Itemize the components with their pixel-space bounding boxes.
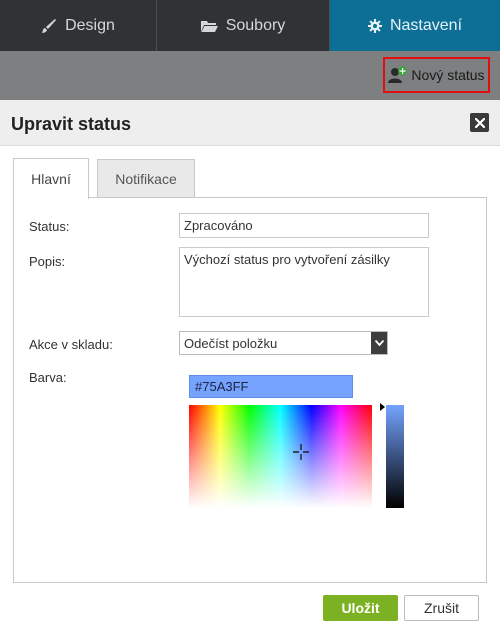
barva-label: Barva: (29, 370, 67, 385)
akce-select[interactable]: Odečíst položku (179, 331, 388, 355)
dialog-header: Upravit status (0, 100, 500, 146)
tab-notifikace[interactable]: Notifikace (97, 159, 195, 197)
tab-hlavni[interactable]: Hlavní (13, 158, 89, 199)
tab-nastaveni-label: Nastavení (389, 16, 463, 34)
toolbar: Nový status (0, 51, 500, 100)
save-button[interactable]: Uložit (323, 595, 398, 621)
tab-panel-hlavni: Status: Zpracováno Popis: Výchozí status… (13, 197, 487, 583)
tab-design-label: Design (65, 16, 115, 34)
luminance-slider[interactable] (386, 405, 404, 508)
luminance-marker[interactable] (380, 403, 385, 411)
new-status-button[interactable]: Nový status (383, 57, 490, 93)
status-label: Status: (29, 219, 70, 234)
color-palette[interactable] (189, 405, 372, 508)
add-user-icon (388, 66, 408, 83)
popis-label: Popis: (29, 254, 66, 269)
color-hex-input[interactable]: #75A3FF (189, 375, 353, 398)
close-icon (474, 117, 485, 128)
edit-status-dialog: Upravit status Hlavní Notifikace Status:… (0, 100, 500, 628)
akce-select-value: Odečíst položku (184, 336, 278, 351)
folder-icon (200, 20, 218, 32)
dialog-tabs: Hlavní Notifikace (13, 158, 487, 199)
brush-icon (42, 18, 57, 33)
top-navigation: Design Soubory Nastavení (0, 0, 500, 51)
select-arrow[interactable] (371, 332, 387, 354)
tab-soubory[interactable]: Soubory (157, 0, 330, 51)
akce-label: Akce v skladu: (29, 337, 113, 352)
status-input[interactable]: Zpracováno (179, 213, 429, 238)
tab-design[interactable]: Design (0, 0, 157, 51)
chevron-down-icon (374, 340, 384, 346)
tab-nastaveni[interactable]: Nastavení (330, 0, 500, 51)
close-button[interactable] (470, 113, 489, 132)
dialog-title: Upravit status (11, 114, 132, 134)
new-status-label: Nový status (411, 67, 485, 83)
popis-textarea[interactable]: Výchozí status pro vytvoření zásilky (179, 247, 429, 317)
crosshair-icon (293, 444, 309, 460)
gear-icon (367, 18, 382, 33)
tab-soubory-label: Soubory (225, 16, 286, 34)
cancel-button[interactable]: Zrušit (404, 595, 479, 621)
